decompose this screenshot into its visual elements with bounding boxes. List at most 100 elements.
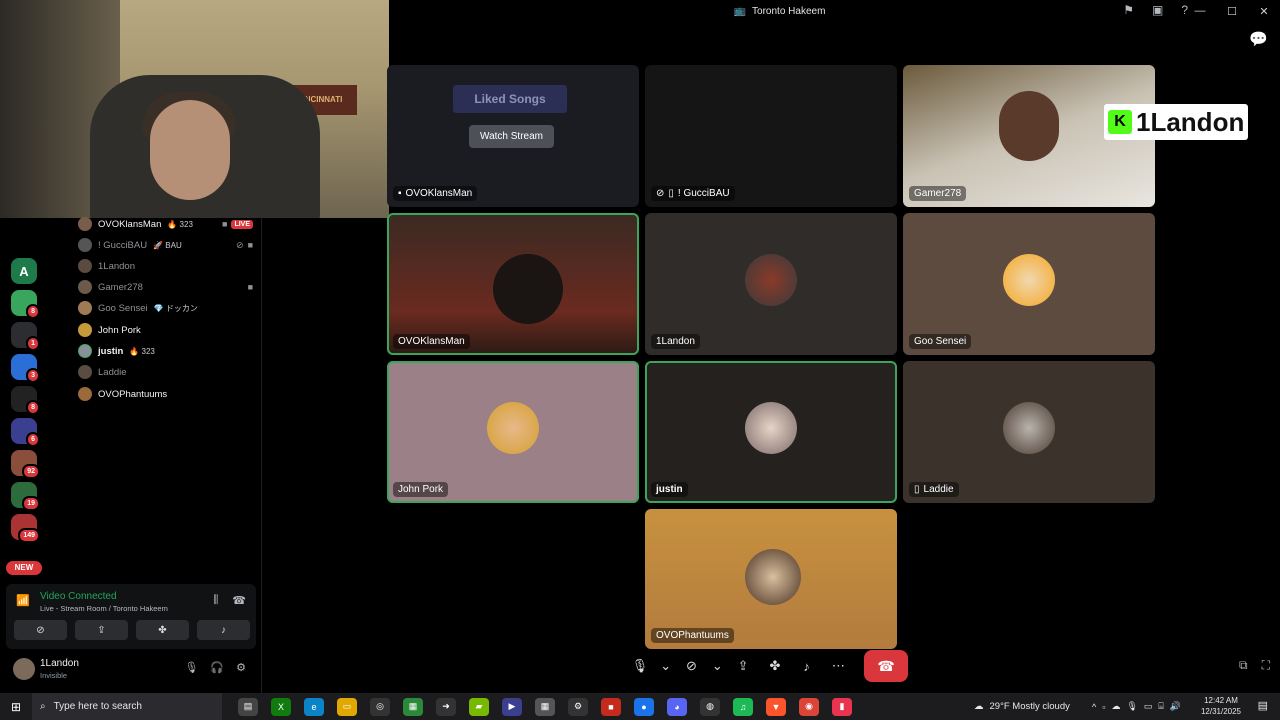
xbox-icon[interactable]: X: [271, 697, 291, 716]
mic-icon[interactable]: 🎙: [1126, 701, 1137, 712]
activities-button[interactable]: ✤: [759, 650, 791, 682]
nvidia-icon[interactable]: ▰: [469, 697, 489, 716]
app-icon[interactable]: ➜: [436, 697, 456, 716]
media-icon[interactable]: ▶: [502, 697, 522, 716]
app-icon[interactable]: ▮: [832, 697, 852, 716]
video-tile[interactable]: ▯ Laddie: [903, 361, 1155, 503]
camera-toggle-button[interactable]: ⊘: [14, 620, 67, 640]
cloud-icon[interactable]: ☁: [1111, 701, 1120, 712]
settings-icon[interactable]: ⚙: [568, 697, 588, 716]
video-tile[interactable]: justin: [645, 361, 897, 503]
mic-icon[interactable]: 🎙: [184, 661, 198, 674]
volume-icon[interactable]: 🔊: [1170, 701, 1181, 712]
voice-location[interactable]: Live - Stream Room / Toronto Hakeem: [40, 604, 168, 613]
leave-call-button[interactable]: ☎: [864, 650, 908, 682]
mic-options-button[interactable]: ⌄: [656, 650, 676, 682]
weather-widget[interactable]: ☁ 29°F Mostly cloudy: [974, 693, 1070, 720]
task-view-icon[interactable]: ▤: [238, 697, 258, 716]
voice-member[interactable]: justin 🔥 323: [78, 342, 253, 360]
chat-icon[interactable]: 💬: [1249, 30, 1268, 48]
edge-icon[interactable]: e: [304, 697, 324, 716]
fullscreen-icon[interactable]: ⛶: [1262, 658, 1270, 673]
server-icon[interactable]: 3: [11, 354, 40, 383]
app-icon[interactable]: ●: [634, 697, 654, 716]
chrome-icon[interactable]: ◉: [799, 697, 819, 716]
taskbar-clock[interactable]: 12:42 AM 12/31/2025: [1196, 695, 1246, 717]
voice-member[interactable]: Goo Sensei 💎 ドッカン: [78, 299, 253, 317]
store-icon[interactable]: ▦: [403, 697, 423, 716]
unread-badge: 19: [22, 496, 40, 511]
server-icon[interactable]: 6: [11, 418, 40, 447]
share-screen-button[interactable]: ⇪: [727, 650, 759, 682]
voice-status[interactable]: Video Connected: [40, 591, 117, 602]
signal-icon: 📶: [16, 595, 30, 607]
app-icon[interactable]: ■: [601, 697, 621, 716]
server-icon[interactable]: 149: [11, 514, 40, 543]
video-tile[interactable]: ⊘ ▯! GucciBAU: [645, 65, 897, 207]
video-tile[interactable]: John Pork: [387, 361, 639, 503]
display-icon[interactable]: ▭: [1144, 701, 1153, 712]
notification-icon[interactable]: ▤: [1258, 699, 1268, 712]
call-controls: 🎙 ⌄ ⊘ ⌄ ⇪ ✤ ♪ ⋯ ☎: [624, 648, 908, 684]
watch-stream-button[interactable]: Watch Stream: [469, 125, 554, 148]
tray-app-icon[interactable]: ▫: [1102, 702, 1105, 712]
taskbar-search[interactable]: ⌕ Type here to search: [32, 693, 222, 720]
video-tile[interactable]: 1Landon: [645, 213, 897, 355]
screen-icon[interactable]: ▣: [1152, 3, 1163, 17]
tile-label: Goo Sensei: [909, 334, 972, 349]
overlay-name: 1Landon: [1136, 106, 1245, 137]
soundboard-button[interactable]: ♪: [791, 650, 823, 682]
server-icon[interactable]: 19: [11, 482, 40, 511]
brave-icon[interactable]: ▼: [766, 697, 786, 716]
disconnect-icon[interactable]: ☎: [232, 594, 246, 607]
webcam-person: [999, 91, 1059, 161]
steam-icon[interactable]: ◎: [370, 697, 390, 716]
voice-member[interactable]: ! GucciBAU 🚀 BAU ⊘ ■: [78, 236, 253, 254]
voice-member[interactable]: Laddie: [78, 363, 253, 381]
spotify-icon[interactable]: ♫: [733, 697, 753, 716]
new-badge[interactable]: NEW: [6, 561, 42, 575]
popout-icon[interactable]: ⧉: [1239, 658, 1248, 673]
server-rail: A 8 1 3 8 6 92 19 149: [0, 218, 48, 580]
user-name[interactable]: 1Landon: [40, 658, 79, 669]
camera-options-button[interactable]: ⌄: [707, 650, 727, 682]
voice-member[interactable]: Gamer278 ■: [78, 278, 253, 296]
server-icon[interactable]: A: [11, 258, 37, 284]
settings-gear-icon[interactable]: ⚙: [236, 661, 246, 674]
voice-member[interactable]: 1Landon: [78, 257, 253, 275]
server-icon[interactable]: 92: [11, 450, 40, 479]
user-avatar[interactable]: [13, 658, 35, 680]
more-icon: ⋯: [831, 658, 845, 673]
avatar: [78, 280, 92, 294]
tile-label: ▯ Laddie: [909, 482, 959, 497]
maximize-button[interactable]: ☐: [1216, 5, 1248, 18]
voice-member[interactable]: John Pork: [78, 321, 253, 339]
calculator-icon[interactable]: ▦: [535, 697, 555, 716]
server-icon[interactable]: 8: [11, 386, 40, 415]
soundboard-button[interactable]: ♪: [197, 620, 250, 640]
more-button[interactable]: ⋯: [823, 650, 855, 682]
share-screen-button[interactable]: ⇪: [75, 620, 128, 640]
app-icon[interactable]: ◍: [700, 697, 720, 716]
minimize-button[interactable]: —: [1184, 5, 1216, 17]
file-explorer-icon[interactable]: ▭: [337, 697, 357, 716]
chevron-up-icon[interactable]: ^: [1092, 702, 1096, 712]
mic-button[interactable]: 🎙: [624, 650, 656, 682]
video-tile[interactable]: Goo Sensei: [903, 213, 1155, 355]
video-tile[interactable]: OVOKlansMan: [387, 213, 639, 355]
video-tile-stream[interactable]: Liked Songs Watch Stream ▪ OVOKlansMan: [387, 65, 639, 207]
headphones-icon[interactable]: 🎧: [210, 661, 224, 674]
voice-member[interactable]: OVOPhantuums: [78, 385, 253, 403]
close-button[interactable]: ✕: [1248, 5, 1280, 18]
inbox-icon[interactable]: ⚑: [1123, 3, 1134, 17]
server-icon[interactable]: 8: [11, 290, 40, 319]
noise-suppression-icon[interactable]: ⫼: [213, 594, 218, 607]
video-tile[interactable]: OVOPhantuums: [645, 509, 897, 649]
camera-button[interactable]: ⊘: [676, 650, 708, 682]
start-button[interactable]: ⊞: [0, 700, 32, 714]
server-icon[interactable]: 1: [11, 322, 40, 351]
activities-button[interactable]: ✤: [136, 620, 189, 640]
discord-icon[interactable]: ◕: [667, 697, 687, 716]
network-icon[interactable]: ⌸: [1158, 701, 1163, 712]
voice-member[interactable]: OVOKlansMan 🔥 323 ■ LIVE: [78, 215, 253, 233]
